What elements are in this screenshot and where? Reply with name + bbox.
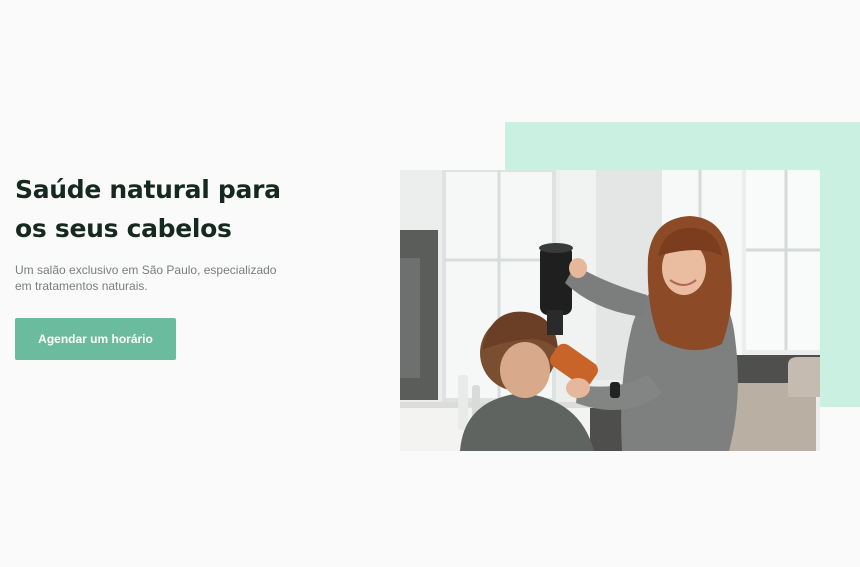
hero-title: Saúde natural para os seus cabelos — [15, 175, 281, 243]
salon-hero-photo — [400, 170, 820, 451]
landing-page: Saúde natural para os seus cabelos Um sa… — [0, 0, 860, 567]
hero-subtitle: Um salão exclusivo em São Paulo, especia… — [15, 263, 277, 293]
schedule-appointment-button[interactable]: Agendar um horário — [15, 318, 176, 360]
